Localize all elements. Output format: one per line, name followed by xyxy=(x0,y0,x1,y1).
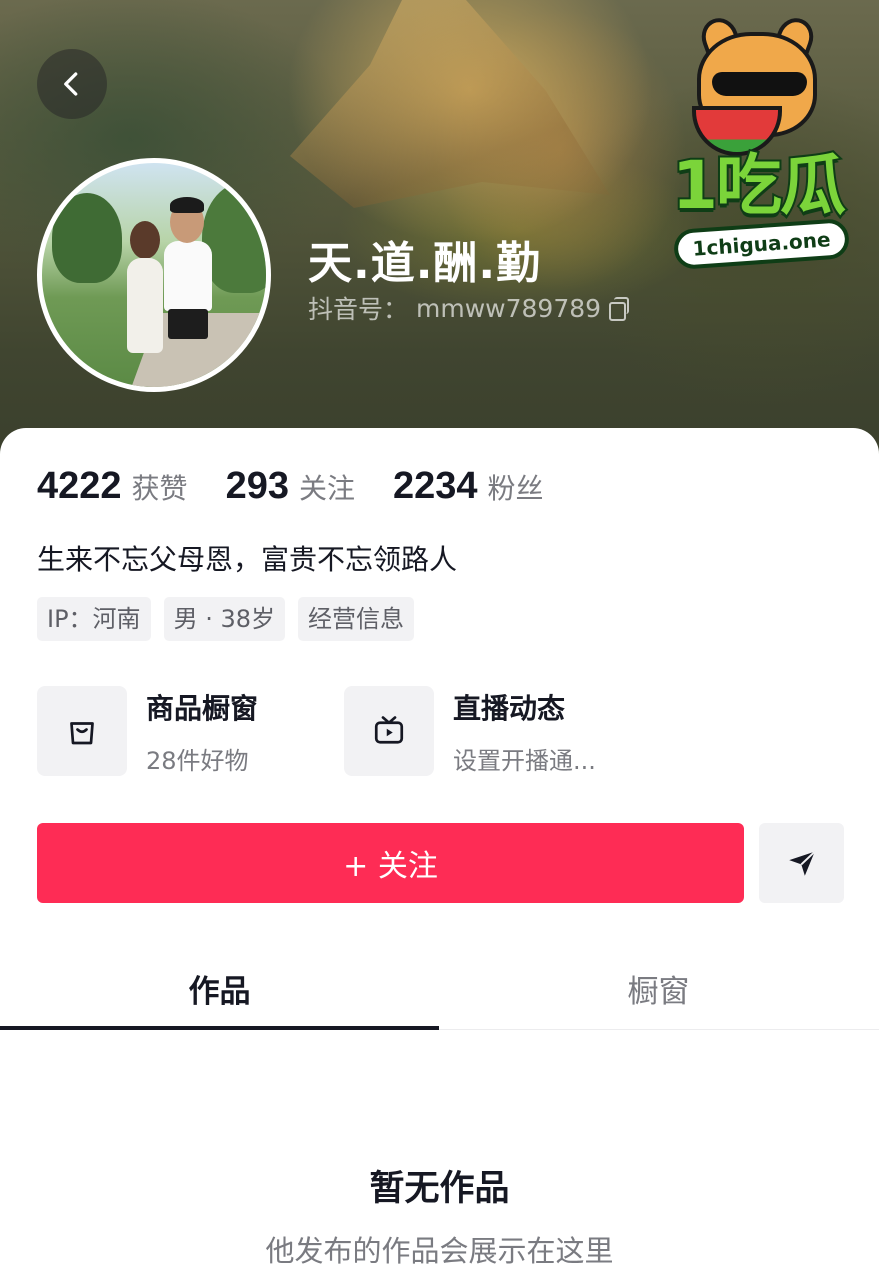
profile-banner: 天.道.酬.勤 抖音号： mmww789789 1吃瓜 1chigua.one xyxy=(0,0,879,470)
tag-ip: IP：河南 xyxy=(37,597,151,641)
tag-gender-age: 男 · 38岁 xyxy=(163,597,285,641)
douyin-id-value: mmww789789 xyxy=(416,293,602,323)
stat-value: 4222 xyxy=(37,465,122,507)
feature-title: 直播动态 xyxy=(453,691,566,725)
tab-shop-window[interactable]: 橱窗 xyxy=(439,966,878,1011)
feature-subtitle: 设置开播通... xyxy=(453,746,596,775)
shop-window-entry[interactable]: 商品橱窗 28件好物 xyxy=(37,686,344,776)
stat-following[interactable]: 293 关注 xyxy=(226,465,355,508)
stat-label: 获赞 xyxy=(131,472,188,505)
stat-label: 粉丝 xyxy=(487,472,544,505)
feature-subtitle: 28件好物 xyxy=(146,746,249,775)
profile-tags: IP：河南 男 · 38岁 经营信息 xyxy=(37,597,414,641)
feature-entries: 商品橱窗 28件好物 直播动态 设置开播通... xyxy=(37,686,651,776)
copy-icon[interactable] xyxy=(609,297,630,321)
stat-followers[interactable]: 2234 粉丝 xyxy=(393,465,544,508)
content-tabs: 作品 橱窗 xyxy=(0,948,879,1030)
stat-label: 关注 xyxy=(298,472,355,505)
empty-state-subtitle: 他发布的作品会展示在这里 xyxy=(265,1234,614,1268)
stat-value: 293 xyxy=(225,465,289,507)
chevron-left-icon xyxy=(64,72,78,96)
send-icon xyxy=(788,850,815,876)
follow-button[interactable]: + 关注 xyxy=(37,823,744,903)
back-button[interactable] xyxy=(37,49,107,119)
profile-nickname: 天.道.酬.勤 xyxy=(308,238,542,289)
empty-state-title: 暂无作品 xyxy=(369,1169,510,1209)
stat-value: 2234 xyxy=(392,465,478,507)
tv-live-icon xyxy=(344,686,434,776)
feature-title: 商品橱窗 xyxy=(146,691,259,725)
active-tab-indicator xyxy=(0,1026,439,1030)
watermark-logo: 1吃瓜 1chigua.one xyxy=(652,13,864,271)
live-updates-entry[interactable]: 直播动态 设置开播通... xyxy=(344,686,651,776)
sunglasses-icon xyxy=(712,72,807,96)
tab-works[interactable]: 作品 xyxy=(0,966,439,1011)
tag-business-info[interactable]: 经营信息 xyxy=(298,597,414,641)
douyin-id[interactable]: 抖音号： mmww789789 xyxy=(308,290,630,326)
douyin-id-label: 抖音号： xyxy=(308,295,409,324)
watermark-brand: 1吃瓜 xyxy=(670,145,848,226)
profile-card: 4222 获赞 293 关注 2234 粉丝 生来不忘父母恩，富贵不忘领路人 I… xyxy=(0,428,879,1280)
shopping-bag-icon xyxy=(37,686,127,776)
profile-bio: 生来不忘父母恩，富贵不忘领路人 xyxy=(37,543,458,576)
avatar[interactable] xyxy=(37,158,271,392)
share-button[interactable] xyxy=(759,823,844,903)
stat-likes[interactable]: 4222 获赞 xyxy=(37,465,188,508)
stats-row: 4222 获赞 293 关注 2234 粉丝 xyxy=(37,465,582,508)
banner-landscape xyxy=(290,0,610,208)
